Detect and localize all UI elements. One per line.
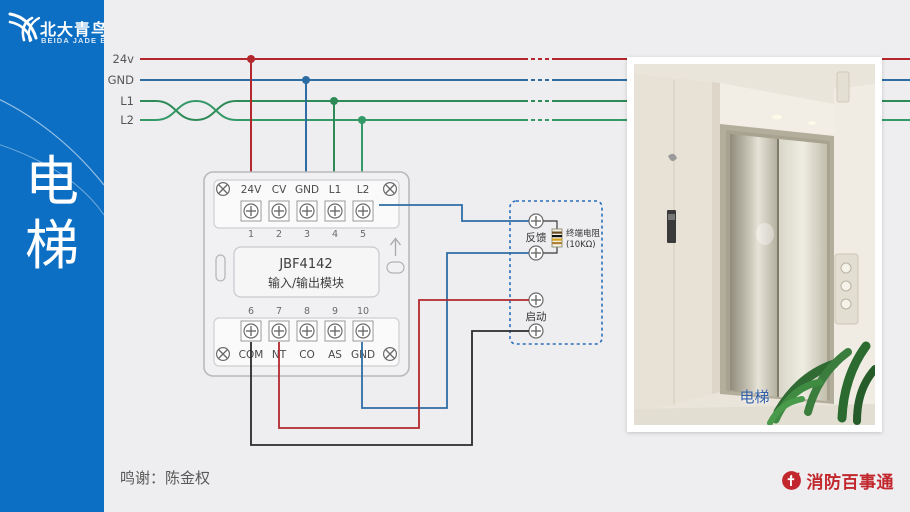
- start-label: 启动: [526, 310, 547, 323]
- terminal-number-2: 2: [276, 229, 282, 240]
- device-dashed-border: [509, 200, 603, 345]
- plus-screw-icon-3[interactable]: [299, 203, 315, 219]
- cross-screw-icon-bottom-right[interactable]: [382, 346, 398, 362]
- module-bottom-screws[interactable]: [240, 320, 374, 342]
- feedback-terminal-top[interactable]: [528, 213, 544, 229]
- elevator-photo: 电梯: [634, 64, 875, 425]
- terminal-label-24v: 24V: [241, 184, 262, 196]
- terminal-number-6: 6: [248, 306, 254, 317]
- brand-logo: 北大青鸟 BEIDA JADE BIRD: [8, 8, 104, 52]
- plus-screw-icon-8[interactable]: [299, 323, 315, 339]
- bus-label-l2: L2: [120, 113, 134, 127]
- slide-canvas: 北大青鸟 BEIDA JADE BIRD 电 梯: [0, 0, 910, 512]
- junction-dot-gnd: [302, 76, 310, 84]
- external-device-box: 反馈 终端电阻 (10KΩ) 启动: [509, 200, 603, 345]
- terminal-number-7: 7: [276, 306, 282, 317]
- terminal-number-3: 3: [304, 229, 310, 240]
- plus-screw-icon-7[interactable]: [271, 323, 287, 339]
- plus-screw-icon-5[interactable]: [355, 203, 371, 219]
- start-terminal-bottom[interactable]: [528, 323, 544, 339]
- bus-drop-lines: [247, 55, 366, 175]
- cross-screw-icon-top-left[interactable]: [215, 181, 231, 197]
- plus-screw-icon-6[interactable]: [243, 323, 259, 339]
- terminal-number-9: 9: [332, 306, 338, 317]
- terminal-label-l1: L1: [329, 184, 342, 196]
- cross-screw-icon-bottom-left[interactable]: [215, 346, 231, 362]
- terminal-label-gnd2: GND: [351, 349, 375, 361]
- terminal-label-cv: CV: [272, 184, 287, 196]
- plus-screw-icon-4[interactable]: [327, 203, 343, 219]
- sidebar: 北大青鸟 BEIDA JADE BIRD 电 梯: [0, 0, 104, 512]
- fire-service-circle-icon: [781, 470, 801, 490]
- module-model: JBF4142: [278, 257, 332, 272]
- resistor-label-line2: (10KΩ): [566, 240, 596, 250]
- junction-dot-l2: [358, 116, 366, 124]
- junction-dot-l1: [330, 97, 338, 105]
- brand-name-en: BEIDA JADE BIRD: [41, 36, 104, 45]
- feedback-terminal-bottom[interactable]: [528, 245, 544, 261]
- junction-dot-24v: [247, 55, 255, 63]
- terminal-label-gnd: GND: [295, 184, 319, 196]
- terminal-label-l2: L2: [357, 184, 370, 196]
- bus-label-l1: L1: [120, 94, 134, 108]
- photo-caption: 电梯: [739, 388, 770, 406]
- terminal-number-8: 8: [304, 306, 310, 317]
- jade-bird-logo-icon: [8, 12, 41, 43]
- terminal-number-10: 10: [357, 306, 369, 317]
- resistor-icon: [551, 228, 563, 248]
- slide-vertical-title: 电 梯: [0, 150, 104, 278]
- plus-screw-icon-10[interactable]: [355, 323, 371, 339]
- bus-label-24v: 24v: [113, 52, 135, 66]
- terminal-number-1: 1: [248, 229, 254, 240]
- plus-screw-icon-2[interactable]: [271, 203, 287, 219]
- elevator-photo-card: 电梯: [627, 57, 882, 432]
- terminal-number-4: 4: [332, 229, 338, 240]
- start-terminal-top[interactable]: [528, 292, 544, 308]
- bus-label-gnd: GND: [108, 73, 135, 87]
- terminal-number-5: 5: [360, 229, 366, 240]
- footer-logo: 消防百事通: [781, 468, 895, 493]
- footer-logo-text: 消防百事通: [806, 472, 894, 493]
- slide-title-char-1: 电: [25, 150, 79, 213]
- resistor-label-line1: 终端电阻: [566, 228, 601, 239]
- credit-text: 鸣谢：陈金权: [120, 469, 211, 487]
- elevator-photo-illustration: [634, 64, 875, 425]
- slide-title-char-2: 梯: [25, 214, 79, 277]
- plus-screw-icon-9[interactable]: [327, 323, 343, 339]
- plus-screw-icon-1[interactable]: [243, 203, 259, 219]
- module-top-screws[interactable]: [240, 200, 374, 222]
- module-name-cn: 输入/输出模块: [268, 275, 344, 290]
- feedback-label: 反馈: [526, 231, 547, 244]
- cross-screw-icon-top-right[interactable]: [382, 181, 398, 197]
